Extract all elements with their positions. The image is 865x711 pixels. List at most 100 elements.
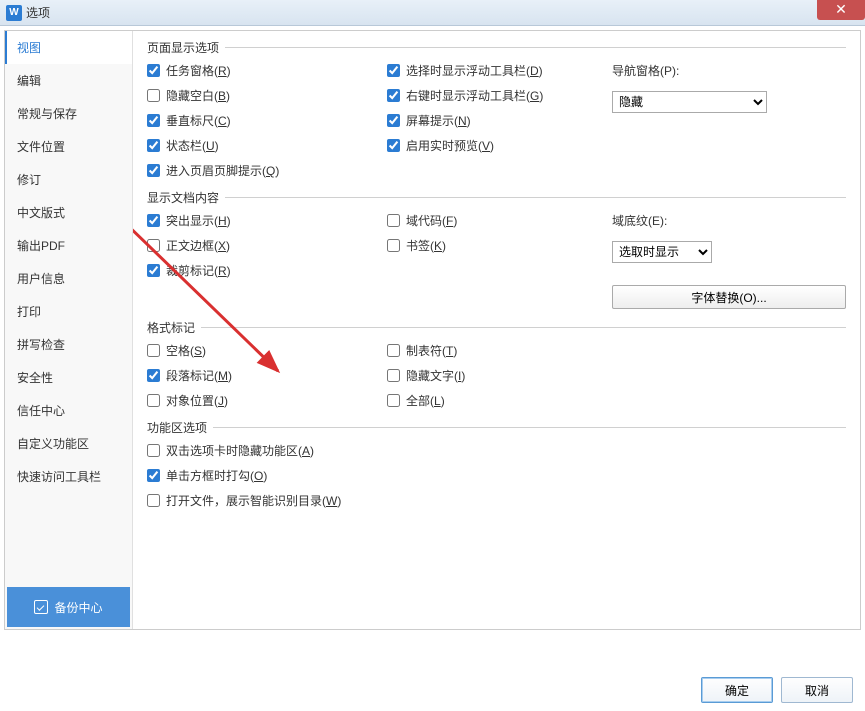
page-display-3-checkbox[interactable] bbox=[387, 139, 400, 152]
app-icon: W bbox=[6, 5, 22, 21]
ribbon-2-checkbox[interactable] bbox=[147, 494, 160, 507]
nav-list: 视图编辑常规与保存文件位置修订中文版式输出PDF用户信息打印拼写检查安全性信任中… bbox=[5, 31, 132, 585]
ribbon-1-checkbox[interactable] bbox=[147, 469, 160, 482]
format-marks-2-row: 全部(L) bbox=[387, 392, 602, 409]
sidebar-item-13[interactable]: 快速访问工具栏 bbox=[5, 460, 132, 493]
doc-content-1-row: 正文边框(X) bbox=[147, 237, 377, 254]
sidebar-item-11[interactable]: 信任中心 bbox=[5, 394, 132, 427]
page-display-3-label[interactable]: 启用实时预览(V) bbox=[406, 137, 494, 154]
group-format-marks: 格式标记 空格(S) 段落标记(M) 对象位置(J) 制表符(T) 隐藏文字(I) 全部… bbox=[147, 319, 846, 409]
field-shading-select[interactable]: 选取时显示 bbox=[612, 241, 712, 263]
sidebar: 视图编辑常规与保存文件位置修订中文版式输出PDF用户信息打印拼写检查安全性信任中… bbox=[5, 31, 133, 629]
page-display-0-checkbox[interactable] bbox=[147, 64, 160, 77]
page-display-1-checkbox[interactable] bbox=[147, 89, 160, 102]
dialog-title: 选项 bbox=[26, 4, 50, 21]
doc-content-2-row: 裁剪标记(R) bbox=[147, 262, 377, 279]
format-marks-2-row: 对象位置(J) bbox=[147, 392, 377, 409]
doc-content-1-checkbox[interactable] bbox=[147, 239, 160, 252]
doc-content-0-row: 域代码(F) bbox=[387, 212, 602, 229]
page-display-0-label[interactable]: 选择时显示浮动工具栏(D) bbox=[406, 62, 543, 79]
ribbon-0-checkbox[interactable] bbox=[147, 444, 160, 457]
format-marks-0-label[interactable]: 空格(S) bbox=[166, 342, 206, 359]
ribbon-0-row: 双击选项卡时隐藏功能区(A) bbox=[147, 442, 846, 459]
field-shading-label: 域底纹(E): bbox=[612, 212, 846, 229]
format-marks-2-checkbox[interactable] bbox=[147, 394, 160, 407]
page-display-3-label[interactable]: 状态栏(U) bbox=[166, 137, 219, 154]
sidebar-item-8[interactable]: 打印 bbox=[5, 295, 132, 328]
legend-doc-content: 显示文档内容 bbox=[147, 189, 225, 206]
ribbon-0-label[interactable]: 双击选项卡时隐藏功能区(A) bbox=[166, 442, 314, 459]
doc-content-0-checkbox[interactable] bbox=[147, 214, 160, 227]
sidebar-item-5[interactable]: 中文版式 bbox=[5, 196, 132, 229]
backup-icon bbox=[34, 600, 48, 614]
nav-pane-select[interactable]: 隐藏 bbox=[612, 91, 767, 113]
page-display-1-row: 隐藏空白(B) bbox=[147, 87, 377, 104]
doc-content-1-checkbox[interactable] bbox=[387, 239, 400, 252]
doc-content-2-label[interactable]: 裁剪标记(R) bbox=[166, 262, 231, 279]
format-marks-2-label[interactable]: 对象位置(J) bbox=[166, 392, 228, 409]
doc-content-1-label[interactable]: 正文边框(X) bbox=[166, 237, 230, 254]
page-display-0-label[interactable]: 任务窗格(R) bbox=[166, 62, 231, 79]
sidebar-item-7[interactable]: 用户信息 bbox=[5, 262, 132, 295]
sidebar-item-10[interactable]: 安全性 bbox=[5, 361, 132, 394]
dialog-body: 视图编辑常规与保存文件位置修订中文版式输出PDF用户信息打印拼写检查安全性信任中… bbox=[4, 30, 861, 630]
doc-content-1-row: 书签(K) bbox=[387, 237, 602, 254]
ribbon-2-row: 打开文件，展示智能识别目录(W) bbox=[147, 492, 846, 509]
sidebar-item-3[interactable]: 文件位置 bbox=[5, 130, 132, 163]
format-marks-1-row: 段落标记(M) bbox=[147, 367, 377, 384]
page-display-4-row: 进入页眉页脚提示(Q) bbox=[147, 162, 377, 179]
sidebar-item-2[interactable]: 常规与保存 bbox=[5, 97, 132, 130]
group-doc-content: 显示文档内容 突出显示(H) 正文边框(X) 裁剪标记(R) 域代码(F) 书签(K)… bbox=[147, 189, 846, 309]
format-marks-2-checkbox[interactable] bbox=[387, 394, 400, 407]
page-display-3-row: 启用实时预览(V) bbox=[387, 137, 602, 154]
close-button[interactable]: ✕ bbox=[817, 0, 865, 20]
page-display-2-row: 垂直标尺(C) bbox=[147, 112, 377, 129]
legend-format-marks: 格式标记 bbox=[147, 319, 201, 336]
page-display-0-row: 任务窗格(R) bbox=[147, 62, 377, 79]
font-substitution-button[interactable]: 字体替换(O)... bbox=[612, 285, 846, 309]
page-display-2-checkbox[interactable] bbox=[387, 114, 400, 127]
cancel-button[interactable]: 取消 bbox=[781, 677, 853, 703]
format-marks-1-checkbox[interactable] bbox=[387, 369, 400, 382]
format-marks-1-label[interactable]: 段落标记(M) bbox=[166, 367, 232, 384]
page-display-1-label[interactable]: 隐藏空白(B) bbox=[166, 87, 230, 104]
page-display-2-checkbox[interactable] bbox=[147, 114, 160, 127]
format-marks-1-checkbox[interactable] bbox=[147, 369, 160, 382]
format-marks-0-checkbox[interactable] bbox=[387, 344, 400, 357]
sidebar-item-1[interactable]: 编辑 bbox=[5, 64, 132, 97]
page-display-0-checkbox[interactable] bbox=[387, 64, 400, 77]
format-marks-0-row: 空格(S) bbox=[147, 342, 377, 359]
format-marks-2-label[interactable]: 全部(L) bbox=[406, 392, 445, 409]
doc-content-1-label[interactable]: 书签(K) bbox=[406, 237, 446, 254]
page-display-1-label[interactable]: 右键时显示浮动工具栏(G) bbox=[406, 87, 543, 104]
page-display-0-row: 选择时显示浮动工具栏(D) bbox=[387, 62, 602, 79]
ribbon-2-label[interactable]: 打开文件，展示智能识别目录(W) bbox=[166, 492, 341, 509]
sidebar-item-6[interactable]: 输出PDF bbox=[5, 229, 132, 262]
ribbon-1-row: 单击方框时打勾(O) bbox=[147, 467, 846, 484]
sidebar-item-12[interactable]: 自定义功能区 bbox=[5, 427, 132, 460]
format-marks-1-label[interactable]: 隐藏文字(I) bbox=[406, 367, 465, 384]
page-display-3-row: 状态栏(U) bbox=[147, 137, 377, 154]
format-marks-0-checkbox[interactable] bbox=[147, 344, 160, 357]
sidebar-item-9[interactable]: 拼写检查 bbox=[5, 328, 132, 361]
format-marks-0-label[interactable]: 制表符(T) bbox=[406, 342, 457, 359]
doc-content-0-checkbox[interactable] bbox=[387, 214, 400, 227]
format-marks-1-row: 隐藏文字(I) bbox=[387, 367, 602, 384]
ribbon-1-label[interactable]: 单击方框时打勾(O) bbox=[166, 467, 267, 484]
page-display-1-checkbox[interactable] bbox=[387, 89, 400, 102]
backup-center-button[interactable]: 备份中心 bbox=[7, 587, 130, 627]
format-marks-0-row: 制表符(T) bbox=[387, 342, 602, 359]
page-display-2-row: 屏幕提示(N) bbox=[387, 112, 602, 129]
doc-content-0-label[interactable]: 域代码(F) bbox=[406, 212, 457, 229]
ok-button[interactable]: 确定 bbox=[701, 677, 773, 703]
sidebar-item-4[interactable]: 修订 bbox=[5, 163, 132, 196]
page-display-2-label[interactable]: 垂直标尺(C) bbox=[166, 112, 231, 129]
doc-content-0-label[interactable]: 突出显示(H) bbox=[166, 212, 231, 229]
page-display-3-checkbox[interactable] bbox=[147, 139, 160, 152]
sidebar-item-0[interactable]: 视图 bbox=[5, 31, 132, 64]
doc-content-2-checkbox[interactable] bbox=[147, 264, 160, 277]
titlebar: W 选项 ✕ bbox=[0, 0, 865, 26]
page-display-4-label[interactable]: 进入页眉页脚提示(Q) bbox=[166, 162, 279, 179]
page-display-4-checkbox[interactable] bbox=[147, 164, 160, 177]
page-display-2-label[interactable]: 屏幕提示(N) bbox=[406, 112, 471, 129]
